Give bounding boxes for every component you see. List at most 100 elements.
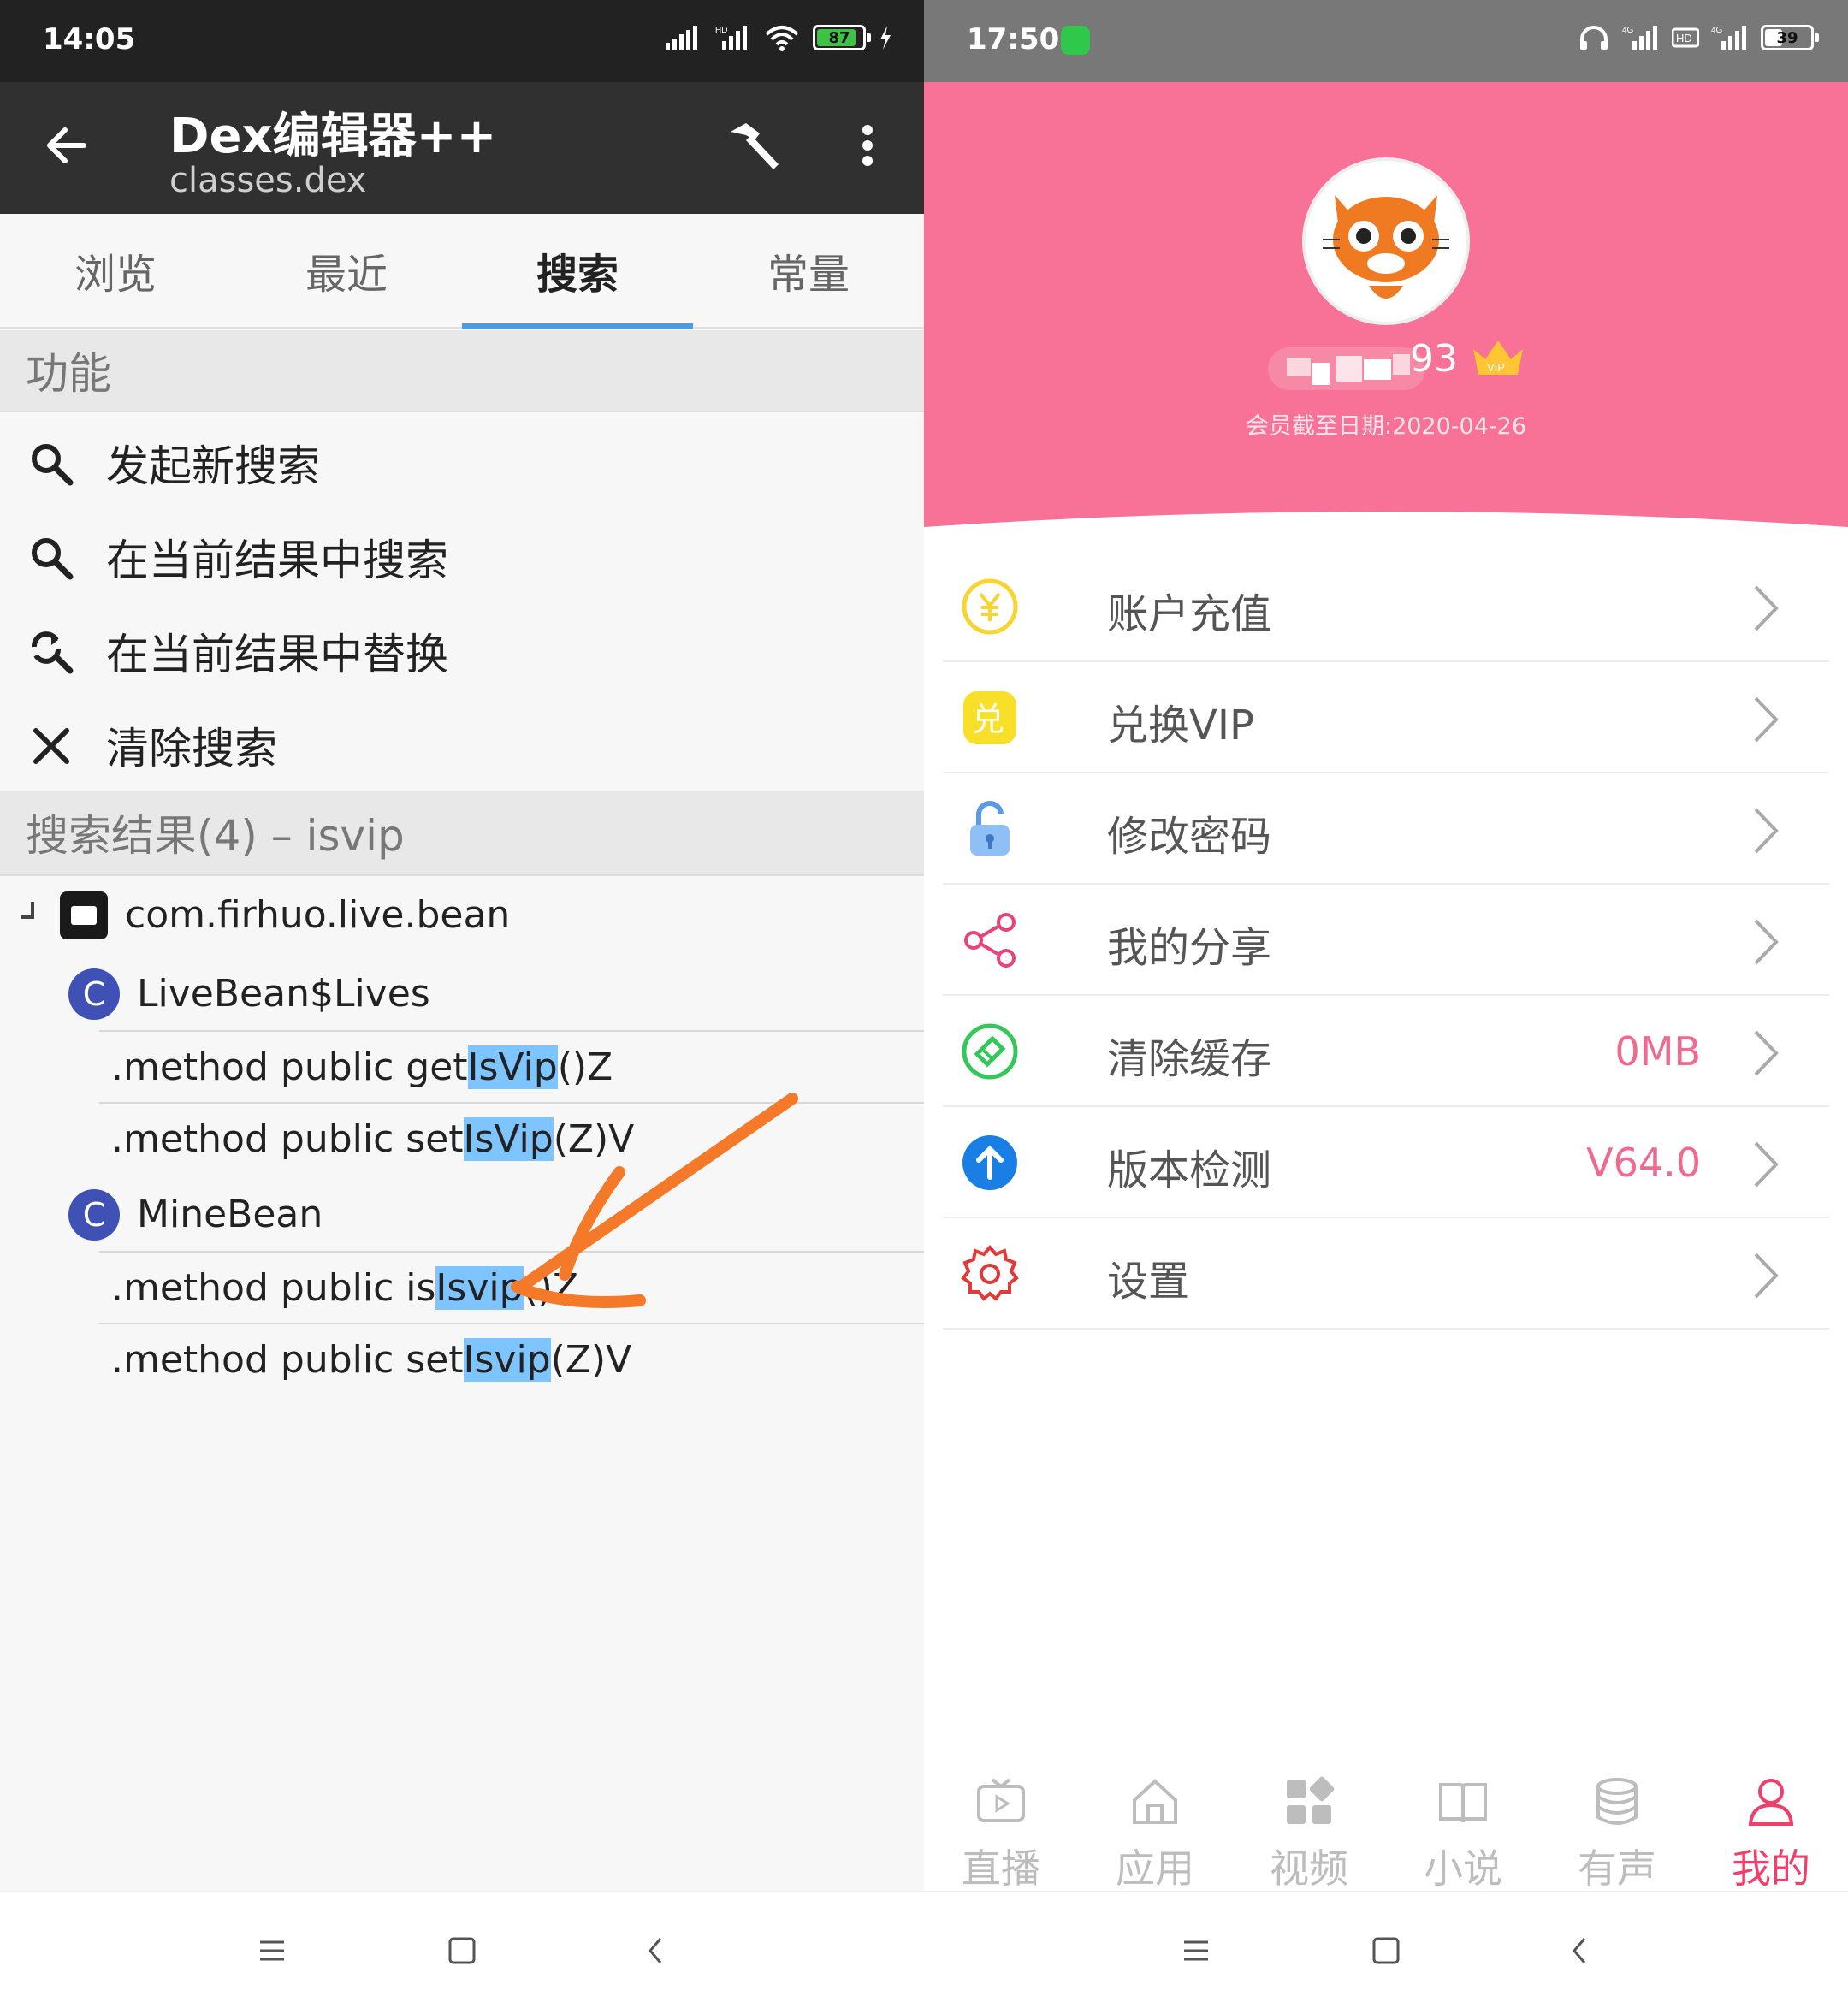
svg-text:HD: HD (715, 26, 727, 35)
version-number: V64.0 (1586, 1140, 1701, 1186)
tab-search[interactable]: 搜索 (462, 214, 693, 329)
my-share-item[interactable]: 我的分享 (943, 885, 1829, 996)
change-password-item[interactable]: 修改密码 (943, 773, 1829, 885)
recharge-item[interactable]: 账户充值 (943, 551, 1829, 662)
signal-4g-icon: 4G (1622, 26, 1657, 50)
tab-mine[interactable]: 我的 (1694, 1762, 1848, 1892)
method-row[interactable]: .method public setIsVip(Z)V (99, 1102, 924, 1174)
app-title: Dex编辑器++ (169, 109, 497, 164)
more-vert-icon[interactable] (852, 118, 883, 173)
hammer-icon[interactable] (726, 120, 787, 175)
avatar[interactable] (1302, 157, 1470, 325)
wechat-notification-icon (1061, 26, 1090, 55)
cache-size: 0MB (1614, 1028, 1701, 1075)
dex-editor-screen: 14:05 HD 87 Dex编辑器++ classes.dex 浏览 最近 搜… (0, 0, 924, 2002)
class-name: LiveBean$Lives (137, 972, 430, 1016)
tab-audio[interactable]: 有声 (1540, 1762, 1694, 1892)
battery-level: 87 (828, 28, 850, 47)
signal-hd-icon: HD (715, 26, 747, 50)
system-nav-bar (924, 1891, 1848, 2002)
back-nav-icon[interactable] (1554, 1925, 1605, 1976)
method-signature: .method public setIsvip(Z)V (111, 1338, 632, 1382)
status-bar: 17:50 4G HD 4G 39 (924, 0, 1848, 82)
gear-icon (961, 1244, 1019, 1301)
functions-header: 功能 (0, 330, 924, 412)
search-in-results-item[interactable]: 在当前结果中搜索 (0, 510, 924, 604)
class-node[interactable]: C MineBean (0, 1179, 924, 1254)
membership-expiry: 会员截至日期:2020-04-26 (1245, 413, 1526, 440)
app-toolbar: Dex编辑器++ classes.dex (0, 82, 924, 214)
class-badge-icon: C (68, 968, 120, 1020)
redeem-icon: 兑 (963, 691, 1016, 744)
replace-in-results-label: 在当前结果中替换 (106, 630, 448, 679)
clear-cache-icon (962, 1023, 1018, 1080)
home-nav-icon[interactable] (1360, 1925, 1412, 1976)
clear-cache-item[interactable]: 清除缓存 0MB (943, 996, 1829, 1107)
headphones-icon (1580, 26, 1608, 50)
grid-icon (1287, 1776, 1335, 1824)
redeem-vip-item[interactable]: 兑 兑换VIP (943, 662, 1829, 773)
stack-icon (1596, 1778, 1638, 1825)
book-icon (1439, 1783, 1487, 1823)
search-match: Isvip (463, 1338, 551, 1382)
settings-item[interactable]: 设置 (943, 1218, 1829, 1330)
tab-browse[interactable]: 浏览 (0, 214, 231, 327)
tab-bar: 浏览 最近 搜索 常量 (0, 214, 924, 329)
replace-in-results-item[interactable]: 在当前结果中替换 (0, 604, 924, 698)
header-curve (924, 501, 1848, 544)
tab-recent[interactable]: 最近 (231, 214, 462, 327)
username-mask (1268, 347, 1425, 390)
package-name: com.firhuo.live.bean (125, 893, 511, 937)
chevron-right-icon (1754, 585, 1779, 631)
menu-nav-icon[interactable] (1170, 1925, 1222, 1976)
menu-nav-icon[interactable] (246, 1925, 298, 1976)
svg-text:HD: HD (1676, 32, 1692, 44)
method-row[interactable]: .method public isIsvip()Z (99, 1251, 924, 1323)
search-in-results-label: 在当前结果中搜索 (106, 536, 448, 585)
search-match: Isvip (435, 1266, 524, 1310)
method-signature: .method public getIsVip()Z (111, 1045, 613, 1089)
cat-mascot-icon (1323, 195, 1449, 299)
tab-live-label: 直播 (962, 1845, 1040, 1892)
bottom-tab-bar: 直播 应用 视频 小说 有声 我的 (924, 1754, 1848, 1892)
signal-4g-icon: 4G (1711, 26, 1746, 50)
change-password-label: 修改密码 (1107, 813, 1272, 861)
tab-apps[interactable]: 应用 (1078, 1762, 1232, 1892)
tab-apps-label: 应用 (1116, 1845, 1194, 1892)
battery-icon: 39 (1761, 25, 1819, 50)
new-search-item[interactable]: 发起新搜索 (0, 416, 924, 510)
profile-header: 93 VIP 会员截至日期:2020-04-26 (924, 82, 1848, 536)
profile-screen: 17:50 4G HD 4G 39 93 VIP 会员截至日期:2020-04-… (924, 0, 1848, 2002)
battery-level: 39 (1776, 28, 1798, 47)
arrow-back-icon[interactable] (39, 118, 94, 173)
share-icon (964, 913, 1016, 968)
class-node[interactable]: C LiveBean$Lives (0, 958, 924, 1034)
method-row[interactable]: .method public getIsVip()Z (99, 1030, 924, 1102)
back-nav-icon[interactable] (630, 1925, 681, 1976)
status-icons: HD 87 (664, 24, 893, 51)
clear-search-item[interactable]: 清除搜索 (0, 698, 924, 792)
status-time: 17:50 (967, 22, 1060, 56)
new-search-label: 发起新搜索 (106, 441, 320, 491)
home-nav-icon[interactable] (436, 1925, 488, 1976)
collapse-corner-icon[interactable] (21, 902, 34, 919)
svg-text:4G: 4G (1622, 26, 1634, 35)
search-replace-icon (32, 631, 74, 674)
tab-constants[interactable]: 常量 (693, 214, 924, 327)
vip-badge-text: VIP (1487, 361, 1505, 374)
chevron-right-icon (1754, 1141, 1779, 1188)
settings-label: 设置 (1107, 1258, 1190, 1306)
tab-live[interactable]: 直播 (924, 1762, 1078, 1892)
status-bar: 14:05 HD 87 (0, 0, 924, 82)
tab-video[interactable]: 视频 (1232, 1762, 1386, 1892)
package-node[interactable]: com.firhuo.live.bean (0, 876, 924, 958)
person-icon (1748, 1779, 1794, 1826)
method-signature: .method public setIsVip(Z)V (111, 1117, 635, 1161)
hd-icon: HD (1672, 27, 1699, 48)
tab-audio-label: 有声 (1578, 1845, 1656, 1892)
chevron-right-icon (1754, 808, 1779, 854)
tab-novel-label: 小说 (1424, 1845, 1502, 1892)
method-row[interactable]: .method public setIsvip(Z)V (99, 1323, 924, 1395)
tab-novel[interactable]: 小说 (1386, 1762, 1540, 1892)
version-check-item[interactable]: 版本检测 V64.0 (943, 1107, 1829, 1218)
